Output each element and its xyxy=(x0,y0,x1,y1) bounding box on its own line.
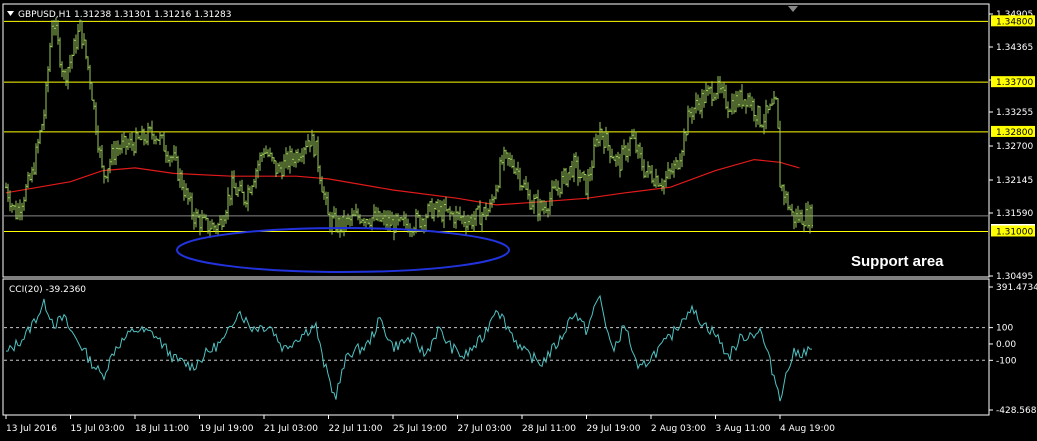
time-tick-label: 4 Aug 19:00 xyxy=(780,424,835,434)
time-tick-label: 2 Aug 03:00 xyxy=(651,424,706,434)
time-tick-label: 29 Jul 19:00 xyxy=(587,424,641,434)
support-area-label: Support area xyxy=(851,253,944,270)
time-tick-label: 28 Jul 11:00 xyxy=(522,424,576,434)
time-tick-label: 19 Jul 19:00 xyxy=(200,424,254,434)
time-tick-label: 21 Jul 03:00 xyxy=(264,424,318,434)
price-tick-label: 1.33255 xyxy=(996,108,1033,118)
price-level-tag-label: 1.33700 xyxy=(996,78,1033,88)
time-tick-label: 25 Jul 19:00 xyxy=(393,424,447,434)
time-tick-label: 15 Jul 03:00 xyxy=(71,424,125,434)
chart-background xyxy=(0,0,1037,441)
cci-tick-label: 391.4734 xyxy=(996,283,1037,293)
time-tick-label: 13 Jul 2016 xyxy=(6,424,57,434)
price-tick-label: 1.32145 xyxy=(996,176,1033,186)
time-tick-label: 22 Jul 11:00 xyxy=(329,424,383,434)
time-tick-label: 18 Jul 11:00 xyxy=(135,424,189,434)
cci-tick-label: -428.5683 xyxy=(996,406,1037,416)
price-tick-label: 1.31590 xyxy=(996,209,1033,219)
price-level-tag-label: 1.31000 xyxy=(996,227,1033,237)
cci-label: CCI(20) -39.2360 xyxy=(9,285,86,295)
time-tick-label: 3 Aug 11:00 xyxy=(716,424,771,434)
price-tick-label: 1.32700 xyxy=(996,142,1033,152)
chart-area[interactable]: 1.349051.343651.338101.332551.327001.321… xyxy=(0,0,1037,441)
price-level-tag-label: 1.32800 xyxy=(996,128,1033,138)
price-tick-label: 1.30495 xyxy=(996,272,1033,282)
chart-title: GBPUSD,H1 1.31238 1.31301 1.31216 1.3128… xyxy=(18,10,231,20)
cci-tick-label: 0.00 xyxy=(996,340,1016,350)
time-tick-label: 27 Jul 03:00 xyxy=(458,424,512,434)
cci-tick-label: -100 xyxy=(996,356,1017,366)
price-level-tag-label: 1.34800 xyxy=(996,17,1033,27)
cci-tick-label: 100 xyxy=(996,324,1013,334)
price-tick-label: 1.34365 xyxy=(996,43,1033,53)
